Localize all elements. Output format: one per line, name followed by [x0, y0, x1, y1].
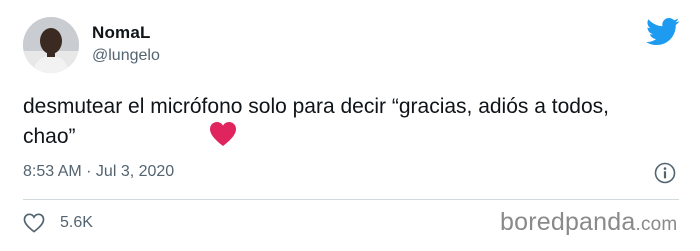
divider	[23, 199, 679, 200]
watermark-suffix: .com	[635, 214, 678, 235]
red-heart-emoji-icon	[210, 122, 236, 146]
like-button[interactable]: 5.6K	[23, 210, 93, 236]
author-handle[interactable]: @lungelo	[92, 47, 160, 65]
author-name[interactable]: NomaL	[92, 23, 151, 43]
twitter-bird-icon[interactable]	[646, 18, 680, 46]
boredpanda-watermark: boredpanda.com	[500, 208, 677, 237]
tweet-text: desmutear el micrófono solo para decir “…	[23, 95, 609, 148]
tweet-timestamp[interactable]: 8:53 AM · Jul 3, 2020	[23, 163, 174, 181]
avatar[interactable]	[23, 17, 79, 73]
watermark-brand: boredpanda	[500, 208, 636, 236]
heart-outline-icon[interactable]	[23, 213, 45, 233]
info-icon[interactable]	[654, 162, 676, 184]
like-count: 5.6K	[60, 214, 93, 231]
tweet-card: NomaL @lungelo desmutear el micrófono so…	[0, 0, 700, 251]
